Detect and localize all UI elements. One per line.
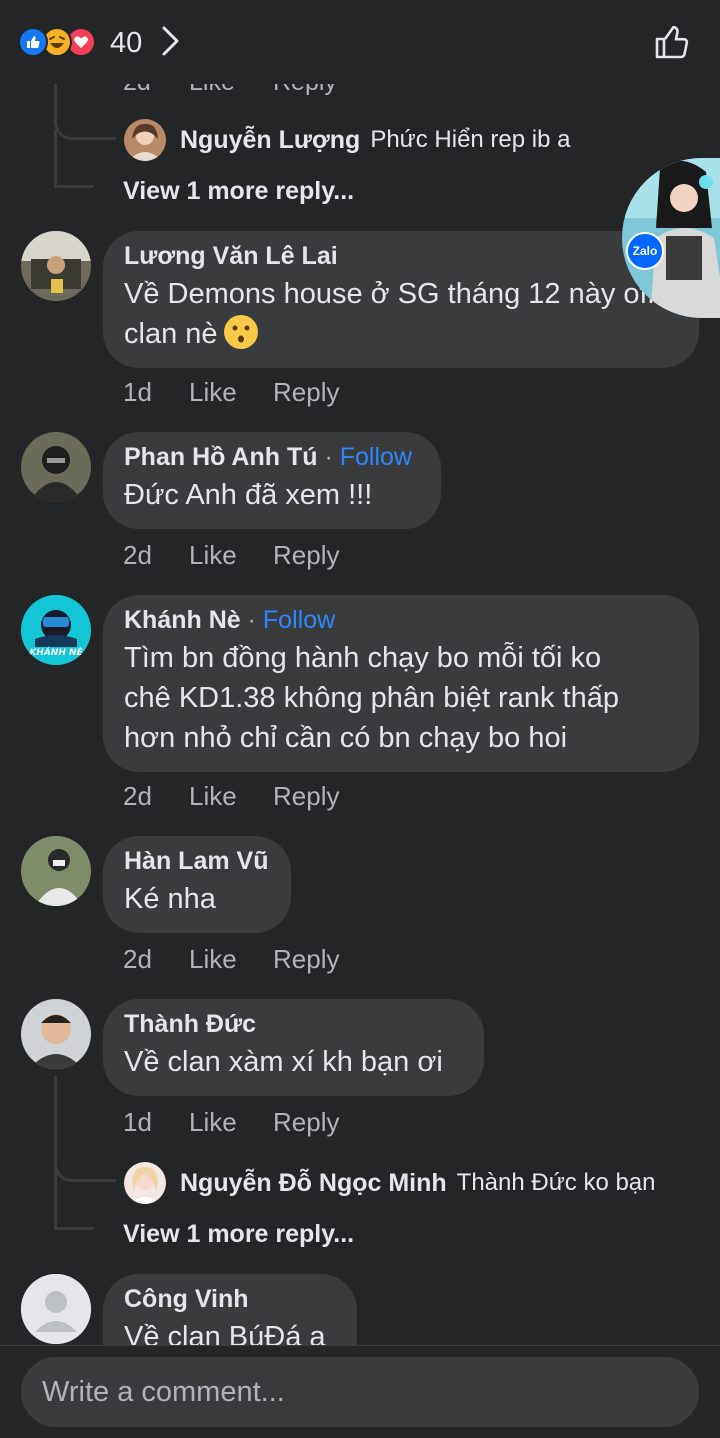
kissing-face-emoji-icon [223,315,258,349]
comment-time: 2d [123,944,152,974]
comments-list[interactable]: 2d Like Reply Nguyễn Lượng Phức Hiển rep… [0,0,720,1345]
comment-actions: 1d Like Reply [123,377,339,411]
comment-author[interactable]: Phan Hồ Anh Tú [124,443,318,471]
comment-text-content: Về Demons house ở SG tháng 12 này off cl… [124,278,656,350]
comment-text: Đức Anh đã xem !!! [124,479,373,511]
follow-button[interactable]: Follow [263,606,335,634]
reply-button[interactable]: Reply [273,781,339,815]
comment-text: Về Demons house ở SG tháng 12 này off cl… [124,274,678,354]
comment-actions: 1d Like Reply [123,1107,339,1141]
default-avatar-icon [21,1274,91,1344]
zalo-badge-icon: Zalo [626,232,664,270]
reply-text: Phức Hiển rep ib a [370,126,571,153]
comment-actions: 2d Like Reply [123,781,339,815]
separator-dot: · [240,606,263,634]
comment-bubble[interactable]: Hàn Lam Vũ Ké nha [103,836,291,933]
comment-author-row: Khánh Nè · Follow [124,606,678,635]
comment-bubble[interactable]: Thành Đức Về clan xàm xí kh bạn ơi [103,999,484,1096]
comment-composer: Write a comment... [0,1345,720,1438]
comment-time: 2d [123,540,152,570]
comment-bubble[interactable]: Công Vinh Về clan BúĐá a [103,1274,357,1345]
avatar[interactable] [124,119,166,161]
comment-actions: 2d Like Reply [123,944,339,978]
avatar[interactable] [21,432,91,502]
like-button[interactable]: Like [189,781,273,815]
avatar[interactable] [21,999,91,1069]
reply-author[interactable]: Nguyễn Lượng [180,126,360,155]
comment-text-line: chê KD1.38 không phân biệt rank thấp [124,682,619,714]
comment-text-line: hơn nhỏ chỉ cần có bn chạy bo hoi [124,722,568,754]
reply-preview[interactable]: Nguyễn Đỗ Ngọc Minh Thành Đức ko bạn [124,1162,656,1204]
avatar[interactable] [21,1274,91,1344]
reply-text: Thành Đức ko bạn [456,1169,656,1196]
thread-connector [54,130,94,188]
comment-time: 1d [123,1107,152,1137]
comment-text: Về clan BúĐá a [124,1321,326,1345]
comment-author[interactable]: Hàn Lam Vũ [124,847,270,876]
avatar[interactable]: KHÁNH NÈ [21,595,91,665]
like-button[interactable]: Like [189,540,273,574]
reply-button[interactable]: Reply [273,944,339,978]
like-button[interactable]: Like [189,377,273,411]
thread-line [54,1076,57,1196]
comment-text: Ké nha [124,883,216,915]
follow-button[interactable]: Follow [340,443,412,471]
comment-author[interactable]: Khánh Nè [124,606,241,634]
reply-button[interactable]: Reply [273,540,339,574]
comment-text: Về clan xàm xí kh bạn ơi [124,1046,443,1078]
comment-time: 2d [123,781,152,811]
write-comment-input[interactable]: Write a comment... [21,1357,699,1427]
comment-text: Tìm bn đồng hành chạy bo mỗi tối ko chê … [124,638,678,758]
reactions-header: 40 [0,0,720,84]
view-more-replies-link[interactable]: View 1 more reply... [123,177,354,206]
comment-author[interactable]: Thành Đức [124,1010,463,1039]
chevron-right-icon[interactable] [160,24,182,63]
comment-bubble[interactable]: Lương Văn Lê Lai Về Demons house ở SG th… [103,231,699,368]
thread-connector [54,1182,94,1230]
avatar-logo-text: KHÁNH NÈ [29,646,83,658]
comment-text-line: Tìm bn đồng hành chạy bo mỗi tối ko [124,642,602,674]
comment-time: 1d [123,377,152,407]
avatar[interactable] [124,1162,166,1204]
reply-preview[interactable]: Nguyễn Lượng Phức Hiển rep ib a [124,119,570,161]
avatar[interactable] [21,836,91,906]
reaction-count[interactable]: 40 [110,27,142,60]
thread-connector [54,1140,116,1182]
view-more-replies-link[interactable]: View 1 more reply... [123,1220,354,1249]
comment-author[interactable]: Lương Văn Lê Lai [124,242,678,271]
reply-button[interactable]: Reply [273,377,339,411]
thumbs-up-icon[interactable] [652,22,692,67]
avatar[interactable] [21,231,91,301]
comment-bubble[interactable]: Phan Hồ Anh Tú · Follow Đức Anh đã xem !… [103,432,441,529]
reply-author[interactable]: Nguyễn Đỗ Ngọc Minh [180,1169,447,1198]
separator-dot: · [317,443,340,471]
like-button[interactable]: Like [189,944,273,978]
comment-author[interactable]: Công Vinh [124,1285,336,1314]
comment-author-row: Phan Hồ Anh Tú · Follow [124,443,420,472]
comment-actions: 2d Like Reply [123,540,339,574]
like-reaction-icon [18,27,48,57]
like-button[interactable]: Like [189,1107,273,1141]
comment-bubble[interactable]: Khánh Nè · Follow Tìm bn đồng hành chạy … [103,595,699,772]
reply-button[interactable]: Reply [273,1107,339,1141]
